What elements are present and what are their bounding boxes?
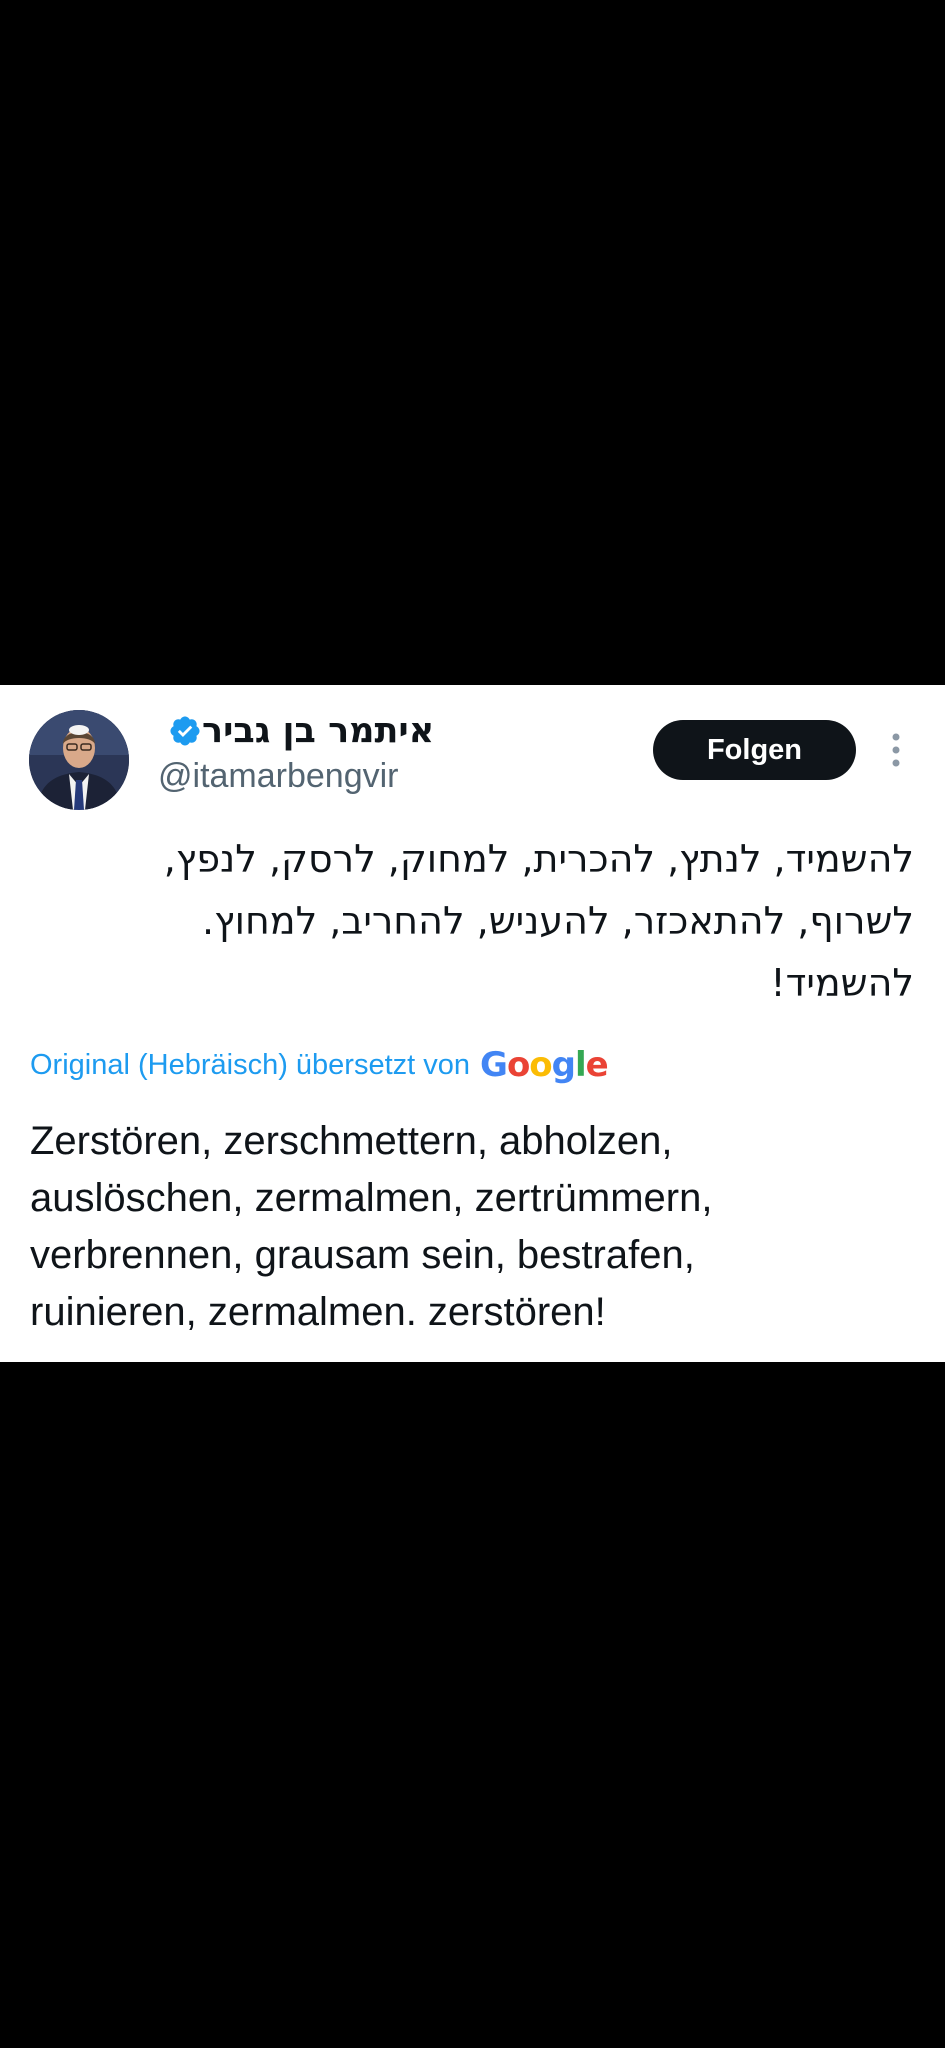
translation-attribution[interactable]: Original (Hebräisch) übersetzt von Googl… <box>30 1043 609 1087</box>
original-text-line: להשמיד, לנתץ, להכרית, למחוק, לרסק, לנפץ, <box>163 837 914 881</box>
translated-text-line: auslöschen, zermalmen, zertrümmern, <box>30 1176 713 1220</box>
translated-text-line: verbrennen, grausam sein, bestrafen, <box>30 1233 695 1277</box>
tweet-original-text: להשמיד, לנתץ, להכרית, למחוק, לרסק, לנפץ,… <box>34 828 914 1014</box>
verified-badge-icon <box>170 716 200 746</box>
screenshot-page: איתמר בן גביר @itamarbengvir Folgen להשמ… <box>0 0 945 2048</box>
more-vertical-icon <box>892 733 900 767</box>
avatar[interactable] <box>29 710 129 810</box>
tweet-translated-text: Zerstören, zerschmettern, abholzen, ausl… <box>30 1113 920 1341</box>
author-handle[interactable]: @itamarbengvir <box>158 757 399 796</box>
tweet-card: איתמר בן גביר @itamarbengvir Folgen להשמ… <box>0 685 945 1362</box>
google-logo: Google <box>480 1045 609 1085</box>
translated-text-line: ruinieren, zermalmen. zerstören! <box>30 1290 606 1334</box>
author-display-name[interactable]: איתמר בן גביר <box>202 711 434 751</box>
avatar-image <box>29 710 129 810</box>
author-name-row[interactable]: איתמר בן גביר <box>158 709 434 753</box>
more-options-button[interactable] <box>880 730 912 770</box>
follow-button[interactable]: Folgen <box>653 720 856 780</box>
translation-label[interactable]: Original (Hebräisch) übersetzt von <box>30 1049 470 1082</box>
original-text-line: להשמיד! <box>770 961 914 1005</box>
original-text-line: לשרוף, להתאכזר, להעניש, להחריב, למחוץ. <box>202 899 914 943</box>
translated-text-line: Zerstören, zerschmettern, abholzen, <box>30 1119 673 1163</box>
